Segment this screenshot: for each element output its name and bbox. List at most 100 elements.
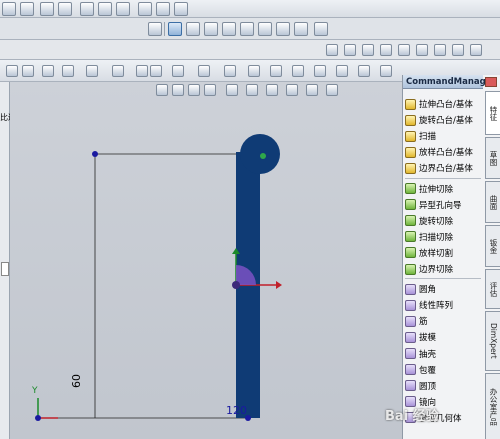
- spline-icon[interactable]: [62, 65, 74, 77]
- feature-icon: [405, 130, 416, 142]
- shaded-display-icon[interactable]: [116, 2, 130, 16]
- command-item-4[interactable]: 边界凸台/基体: [405, 160, 481, 176]
- sketch-point[interactable]: [92, 151, 98, 157]
- view-cube-2-icon[interactable]: [204, 22, 218, 36]
- command-item-8[interactable]: 扫描切除: [405, 229, 481, 245]
- zoom-fit-icon[interactable]: [156, 84, 168, 96]
- tool-icon[interactable]: [398, 44, 410, 56]
- feature-manager-collapsed[interactable]: 比达: [0, 82, 10, 439]
- linear-pattern-icon[interactable]: [292, 65, 304, 77]
- tool-icon[interactable]: [380, 44, 392, 56]
- tab-6[interactable]: 办公室产品: [485, 373, 500, 439]
- command-item-1[interactable]: 旋转凸台/基体: [405, 112, 481, 128]
- view-cube-4-icon[interactable]: [240, 22, 254, 36]
- command-item-14[interactable]: 拔模: [405, 329, 481, 345]
- view-toolbar: [0, 18, 500, 40]
- view-cube-7-icon[interactable]: [294, 22, 308, 36]
- fillet-sketch-icon[interactable]: [112, 65, 124, 77]
- tool-icon[interactable]: [470, 44, 482, 56]
- command-item-13[interactable]: 筋: [405, 313, 481, 329]
- view-right-icon[interactable]: [174, 2, 188, 16]
- view-front-icon[interactable]: [138, 2, 152, 16]
- tool-icon[interactable]: [344, 44, 356, 56]
- tool-icon[interactable]: [452, 44, 464, 56]
- command-item-0[interactable]: 拉伸凸台/基体: [405, 96, 481, 112]
- scene-icon[interactable]: [98, 2, 112, 16]
- scene-icon[interactable]: [306, 84, 318, 96]
- tab-3[interactable]: 钣金: [485, 225, 500, 267]
- tool-icon[interactable]: [326, 44, 338, 56]
- command-item-5[interactable]: 拉伸切除: [405, 181, 481, 197]
- command-label: 扫描切除: [419, 232, 454, 243]
- hide-show-icon[interactable]: [266, 84, 278, 96]
- tab-0[interactable]: 特征: [485, 91, 500, 135]
- rotate-icon[interactable]: [40, 2, 54, 16]
- plane-icon[interactable]: [198, 65, 210, 77]
- view-cube-1-icon[interactable]: [186, 22, 200, 36]
- command-item-12[interactable]: 线性阵列: [405, 297, 481, 313]
- zoom-area-icon[interactable]: [172, 84, 184, 96]
- section-view-icon[interactable]: [204, 84, 216, 96]
- command-label: 异型孔向导: [419, 200, 462, 211]
- center-point[interactable]: [260, 153, 266, 159]
- convert-entities-icon[interactable]: [224, 65, 236, 77]
- command-tabs: 特征 草图 曲面 钣金 评估 DimXpert 办公室产品: [485, 91, 500, 439]
- zoom-icon[interactable]: [2, 2, 16, 16]
- display-style-icon[interactable]: [246, 84, 258, 96]
- previous-view-icon[interactable]: [188, 84, 200, 96]
- command-item-9[interactable]: 放样切割: [405, 245, 481, 261]
- iso-view-icon[interactable]: [168, 22, 182, 36]
- feature-icon: [405, 231, 416, 243]
- graphics-viewport[interactable]: 60 120 Y: [10, 82, 402, 439]
- section-view-icon[interactable]: [58, 2, 72, 16]
- command-item-10[interactable]: 边界切除: [405, 261, 481, 277]
- pen-icon[interactable]: [314, 22, 328, 36]
- repair-sketch-icon[interactable]: [358, 65, 370, 77]
- command-item-15[interactable]: 抽壳: [405, 346, 481, 362]
- ellipse-icon[interactable]: [86, 65, 98, 77]
- command-label: 拉伸切除: [419, 184, 454, 195]
- tool-icon[interactable]: [434, 44, 446, 56]
- command-item-2[interactable]: 扫描: [405, 128, 481, 144]
- command-item-16[interactable]: 包覆: [405, 362, 481, 378]
- tab-4[interactable]: 评估: [485, 269, 500, 309]
- arc-icon[interactable]: [42, 65, 54, 77]
- view-orientation-icon[interactable]: [226, 84, 238, 96]
- folder-icon[interactable]: [362, 44, 374, 56]
- tab-1[interactable]: 草图: [485, 137, 500, 179]
- sketch-tool-icon[interactable]: [6, 65, 18, 77]
- command-item-7[interactable]: 旋转切除: [405, 213, 481, 229]
- relations-icon[interactable]: [336, 65, 348, 77]
- quick-snaps-icon[interactable]: [380, 65, 392, 77]
- tool-icon[interactable]: [416, 44, 428, 56]
- tab-2[interactable]: 曲面: [485, 181, 500, 223]
- view-cube-3-icon[interactable]: [222, 22, 236, 36]
- command-item-17[interactable]: 圆顶: [405, 378, 481, 394]
- trim-icon[interactable]: [248, 65, 260, 77]
- part-round-end[interactable]: [240, 134, 280, 174]
- mirror-icon[interactable]: [270, 65, 282, 77]
- centerline-icon[interactable]: [150, 65, 162, 77]
- close-icon[interactable]: [485, 77, 497, 87]
- anchor-icon[interactable]: [148, 22, 162, 36]
- feature-icon: [405, 364, 416, 376]
- view-orientation-icon[interactable]: [20, 2, 34, 16]
- circle-icon[interactable]: [22, 65, 34, 77]
- view-cube-6-icon[interactable]: [276, 22, 290, 36]
- command-item-11[interactable]: 圆角: [405, 281, 481, 297]
- tab-5[interactable]: DimXpert: [485, 311, 500, 371]
- command-item-6[interactable]: 异型孔向导: [405, 197, 481, 213]
- view-top-icon[interactable]: [156, 2, 170, 16]
- dimension-120[interactable]: 120: [226, 404, 247, 417]
- view-cube-5-icon[interactable]: [258, 22, 272, 36]
- appearance-icon[interactable]: [286, 84, 298, 96]
- text-tool-icon[interactable]: [172, 65, 184, 77]
- move-entities-icon[interactable]: [314, 65, 326, 77]
- feature-icon: [405, 263, 416, 275]
- appearance-icon[interactable]: [80, 2, 94, 16]
- view-settings-icon[interactable]: [326, 84, 338, 96]
- point-icon[interactable]: [136, 65, 148, 77]
- dimension-60[interactable]: 60: [70, 374, 83, 388]
- collapse-handle-icon[interactable]: [1, 262, 9, 276]
- command-item-3[interactable]: 放样凸台/基体: [405, 144, 481, 160]
